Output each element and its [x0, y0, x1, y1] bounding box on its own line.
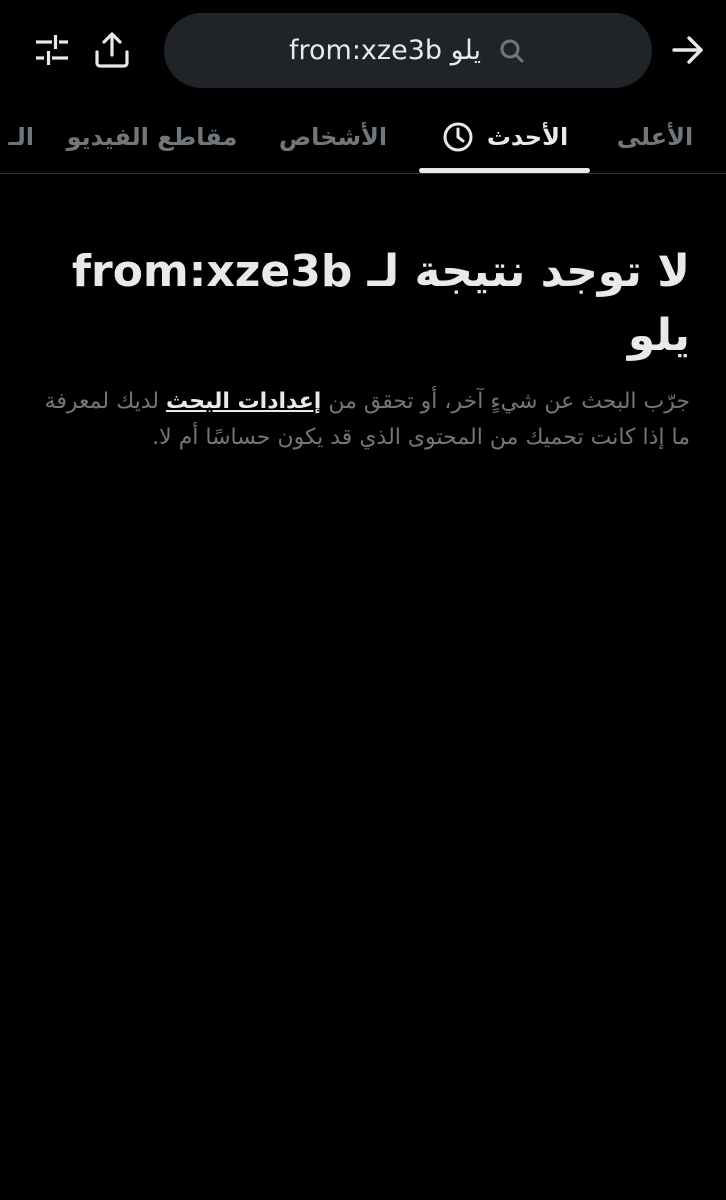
search-input[interactable]: from:xze3b يلو — [289, 35, 481, 66]
message-text: جرّب البحث عن شيءٍ آخر، أو تحقق من — [321, 389, 690, 414]
share-upload-icon[interactable] — [88, 26, 136, 74]
empty-state-headline: لا توجد نتيجة لـ from:xze3b يلو — [71, 246, 690, 361]
tab-label: الـ — [8, 123, 34, 151]
tab-latest[interactable]: الأحدث — [419, 100, 590, 173]
tab-videos[interactable]: مقاطع الفيديو — [60, 100, 244, 173]
tab-top[interactable]: الأعلى — [612, 100, 698, 173]
sliders-icon[interactable] — [28, 26, 76, 74]
clock-icon — [441, 120, 475, 154]
tab-label: مقاطع الفيديو — [66, 123, 238, 151]
empty-state: لا توجد نتيجة لـ from:xze3b يلو جرّب الب… — [36, 240, 690, 456]
search-tabs: الأعلى الأحدث الأشخاص مقاطع الفيديو الـ — [0, 100, 726, 174]
search-settings-link[interactable]: إعدادات البحث — [166, 389, 321, 414]
empty-state-message: جرّب البحث عن شيءٍ آخر، أو تحقق من إعداد… — [36, 384, 690, 456]
top-bar: from:xze3b يلو — [0, 0, 726, 100]
tab-label: الأشخاص — [278, 123, 388, 151]
tab-people[interactable]: الأشخاص — [270, 100, 396, 173]
active-tab-indicator — [419, 168, 590, 173]
arrow-right-icon[interactable] — [664, 26, 712, 74]
search-icon — [497, 36, 527, 66]
tab-label: الأعلى — [616, 123, 694, 151]
search-box[interactable]: from:xze3b يلو — [164, 13, 652, 88]
tab-more[interactable]: الـ — [0, 100, 34, 173]
tab-label: الأحدث — [486, 123, 569, 151]
